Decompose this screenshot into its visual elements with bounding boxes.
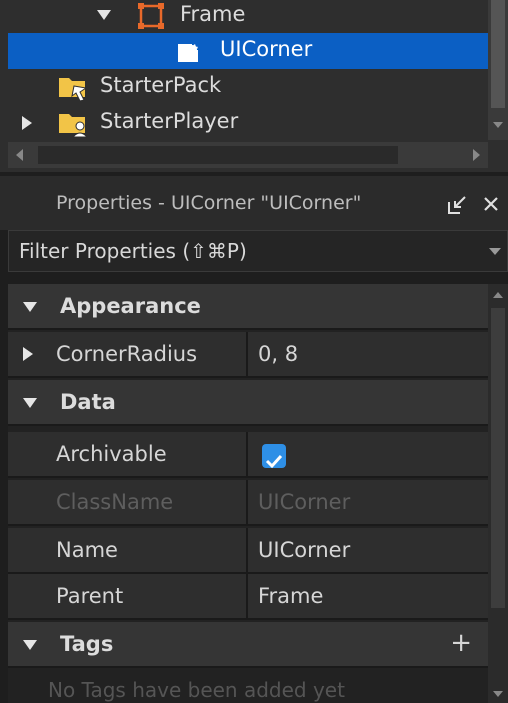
tree-item-label: Frame (180, 2, 246, 26)
starterpack-folder-icon (58, 74, 88, 107)
scrollbar-thumb[interactable] (38, 146, 398, 164)
collapse-arrow-icon[interactable] (23, 640, 37, 650)
scroll-down-icon[interactable] (493, 691, 503, 697)
frame-icon (137, 2, 165, 35)
tree-item-label: UICorner (220, 37, 313, 61)
properties-title: Properties - UICorner "UICorner" (56, 192, 362, 214)
close-icon[interactable] (481, 194, 503, 216)
collapse-arrow-icon[interactable] (97, 10, 111, 20)
filter-properties-input[interactable]: Filter Properties (⇧⌘P) (8, 230, 508, 272)
tree-item-label: StarterPack (100, 73, 222, 97)
tree-item-frame[interactable]: Frame (0, 0, 490, 34)
tree-item-starterpack[interactable]: StarterPack (0, 69, 490, 105)
category-appearance[interactable]: Appearance (8, 284, 488, 330)
property-name: ClassName (56, 490, 174, 514)
add-tag-icon[interactable]: + (450, 630, 472, 656)
checkmark-icon (265, 454, 283, 469)
explorer-tree: Frame UICorner StarterPack StarterPlayer (0, 0, 508, 172)
tree-item-starterplayer[interactable]: StarterPlayer (0, 105, 490, 141)
category-label: Data (60, 390, 116, 414)
property-row-cornerradius[interactable]: CornerRadius 0, 8 (8, 332, 488, 378)
property-value-cell (246, 432, 488, 476)
property-row-classname: ClassName UICorner (8, 480, 488, 526)
category-data[interactable]: Data (8, 380, 488, 426)
property-value-field[interactable]: Frame (246, 574, 488, 618)
scroll-right-icon[interactable] (473, 149, 480, 161)
property-name: Archivable (56, 442, 167, 466)
category-tags[interactable]: Tags + (8, 622, 488, 668)
property-row-parent[interactable]: Parent Frame (8, 574, 488, 620)
collapse-arrow-icon[interactable] (23, 398, 37, 408)
tree-item-uicorner[interactable]: UICorner (8, 33, 488, 69)
uicorner-icon (176, 38, 202, 69)
scrollbar-thumb[interactable] (491, 0, 505, 108)
scrollbar-thumb[interactable] (491, 308, 505, 608)
filter-placeholder: Filter Properties (⇧⌘P) (19, 239, 247, 263)
property-name: CornerRadius (56, 342, 198, 366)
tags-empty-message: No Tags have been added yet (48, 678, 345, 702)
category-label: Appearance (60, 294, 201, 318)
undock-icon[interactable] (446, 194, 468, 216)
property-name: Name (56, 538, 118, 562)
category-label: Tags (60, 632, 114, 656)
explorer-vertical-scrollbar[interactable] (488, 0, 508, 140)
property-name: Parent (56, 584, 124, 608)
chevron-down-icon[interactable] (489, 248, 501, 255)
scroll-down-icon[interactable] (493, 122, 503, 128)
properties-grid: Appearance CornerRadius 0, 8 Data Archiv… (8, 284, 488, 703)
scroll-left-icon[interactable] (16, 149, 23, 161)
expand-arrow-icon[interactable] (22, 116, 32, 130)
collapse-arrow-icon[interactable] (23, 302, 37, 312)
property-row-name[interactable]: Name UICorner (8, 528, 488, 574)
archivable-checkbox[interactable] (262, 444, 286, 469)
properties-header: Properties - UICorner "UICorner" (0, 176, 508, 230)
property-value-field[interactable]: 0, 8 (246, 332, 488, 376)
expand-arrow-icon[interactable] (23, 347, 33, 361)
starterplayer-folder-icon (58, 110, 89, 143)
property-value-field[interactable]: UICorner (246, 528, 488, 572)
property-value-readonly: UICorner (246, 480, 488, 524)
scroll-up-icon[interactable] (493, 292, 503, 298)
tree-item-label: StarterPlayer (100, 109, 239, 133)
properties-vertical-scrollbar[interactable] (488, 284, 508, 703)
explorer-horizontal-scrollbar[interactable] (8, 142, 488, 168)
property-row-archivable[interactable]: Archivable (8, 432, 488, 478)
